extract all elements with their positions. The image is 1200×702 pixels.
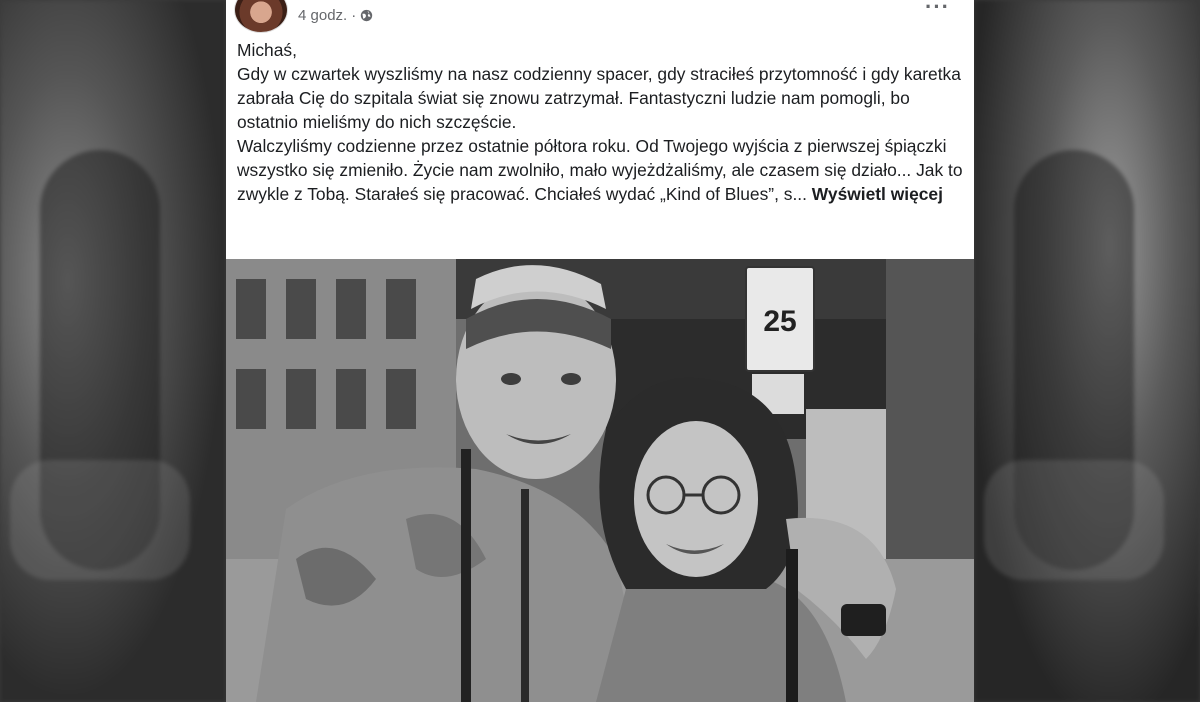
globe-icon[interactable] xyxy=(360,9,373,22)
meta-separator: · xyxy=(351,7,357,24)
post-paragraph-2: Walczyliśmy codzienne przez ostatnie pół… xyxy=(237,134,967,206)
facebook-post: 4 godz. · ··· Michaś, Gdy w czwartek wys… xyxy=(226,0,974,702)
blurred-background-left xyxy=(0,0,226,702)
blurred-shape xyxy=(10,460,190,580)
post-paragraph-1: Gdy w czwartek wyszliśmy na nasz codzien… xyxy=(237,64,961,132)
post-greeting: Michaś, xyxy=(237,40,297,60)
blurred-background-right xyxy=(974,0,1200,702)
see-more-link[interactable]: Wyświetl więcej xyxy=(812,184,943,204)
blurred-shape xyxy=(984,460,1164,580)
post-meta: 4 godz. · xyxy=(298,7,373,24)
post-header: 4 godz. · ··· xyxy=(226,0,974,34)
photo-illustration: 25 xyxy=(226,259,974,702)
author-avatar[interactable] xyxy=(235,0,287,32)
post-photo[interactable]: 25 xyxy=(226,259,974,702)
speed-sign-number: 25 xyxy=(763,305,796,338)
more-options-icon[interactable]: ··· xyxy=(925,0,950,20)
post-body: Michaś, Gdy w czwartek wyszliśmy na nasz… xyxy=(237,38,967,206)
post-timestamp[interactable]: 4 godz. xyxy=(298,7,347,24)
